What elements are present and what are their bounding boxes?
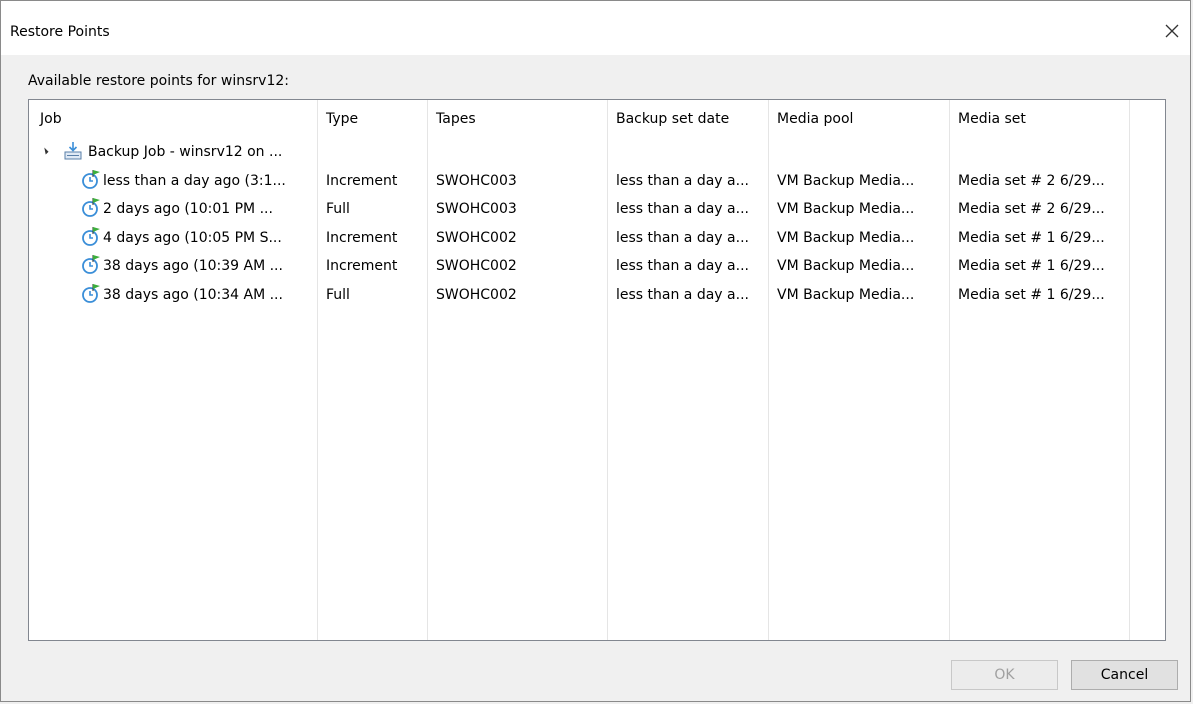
collapse-triangle-icon[interactable] xyxy=(41,147,49,155)
restore-point-media-set: Media set # 2 6/29... xyxy=(958,173,1105,189)
restore-point-icon xyxy=(82,227,100,246)
column-header-backup-set-date[interactable]: Backup set date xyxy=(616,111,729,127)
restore-point-date: less than a day a... xyxy=(616,230,749,246)
restore-point-row[interactable]: 4 days ago (10:05 PM S... Increment SWOH… xyxy=(29,225,1165,253)
restore-point-media-set: Media set # 2 6/29... xyxy=(958,201,1105,217)
restore-points-list[interactable]: Job Type Tapes Backup set date Media poo… xyxy=(28,99,1166,641)
restore-point-type: Increment xyxy=(326,173,398,189)
ok-button[interactable]: OK xyxy=(951,660,1058,690)
restore-point-type: Full xyxy=(326,201,350,217)
restore-point-icon xyxy=(82,198,100,217)
restore-point-date: less than a day a... xyxy=(616,173,749,189)
restore-point-name: 38 days ago (10:39 AM ... xyxy=(103,258,283,274)
restore-point-row[interactable]: less than a day ago (3:1... Increment SW… xyxy=(29,168,1165,196)
restore-point-media-set: Media set # 1 6/29... xyxy=(958,287,1105,303)
column-header-job[interactable]: Job xyxy=(40,111,62,127)
restore-point-name: 4 days ago (10:05 PM S... xyxy=(103,230,282,246)
close-icon xyxy=(1165,24,1179,38)
restore-point-date: less than a day a... xyxy=(616,201,749,217)
restore-point-media-pool: VM Backup Media... xyxy=(777,173,915,189)
restore-point-type: Increment xyxy=(326,230,398,246)
restore-point-media-pool: VM Backup Media... xyxy=(777,230,915,246)
restore-point-row[interactable]: 2 days ago (10:01 PM ... Full SWOHC003 l… xyxy=(29,196,1165,224)
column-header-type[interactable]: Type xyxy=(326,111,358,127)
restore-point-media-set: Media set # 1 6/29... xyxy=(958,230,1105,246)
restore-point-type: Full xyxy=(326,287,350,303)
close-button[interactable] xyxy=(1158,17,1186,45)
restore-point-media-set: Media set # 1 6/29... xyxy=(958,258,1105,274)
restore-point-row[interactable]: 38 days ago (10:39 AM ... Increment SWOH… xyxy=(29,253,1165,281)
restore-point-tape: SWOHC002 xyxy=(436,258,517,274)
restore-point-name: less than a day ago (3:1... xyxy=(103,173,286,189)
restore-point-icon xyxy=(82,255,100,274)
restore-point-tape: SWOHC003 xyxy=(436,173,517,189)
column-header-media-pool[interactable]: Media pool xyxy=(777,111,853,127)
backup-job-icon xyxy=(64,142,82,160)
restore-point-name: 38 days ago (10:34 AM ... xyxy=(103,287,283,303)
column-header-tapes[interactable]: Tapes xyxy=(436,111,476,127)
restore-point-tape: SWOHC003 xyxy=(436,201,517,217)
restore-point-row[interactable]: 38 days ago (10:34 AM ... Full SWOHC002 … xyxy=(29,282,1165,310)
restore-point-date: less than a day a... xyxy=(616,258,749,274)
restore-point-tape: SWOHC002 xyxy=(436,230,517,246)
column-header-media-set[interactable]: Media set xyxy=(958,111,1026,127)
dialog-title: Restore Points xyxy=(10,24,110,40)
restore-point-media-pool: VM Backup Media... xyxy=(777,258,915,274)
restore-points-caption: Available restore points for winsrv12: xyxy=(28,73,289,89)
restore-point-name: 2 days ago (10:01 PM ... xyxy=(103,201,273,217)
restore-point-icon xyxy=(82,284,100,303)
restore-points-dialog: Restore Points Available restore points … xyxy=(0,0,1191,702)
job-group-row[interactable]: Backup Job - winsrv12 on ... xyxy=(29,139,1165,167)
restore-point-tape: SWOHC002 xyxy=(436,287,517,303)
restore-point-date: less than a day a... xyxy=(616,287,749,303)
restore-point-media-pool: VM Backup Media... xyxy=(777,201,915,217)
job-name: Backup Job - winsrv12 on ... xyxy=(88,144,283,160)
title-bar: Restore Points xyxy=(1,1,1190,55)
restore-point-icon xyxy=(82,170,100,189)
restore-point-media-pool: VM Backup Media... xyxy=(777,287,915,303)
restore-point-type: Increment xyxy=(326,258,398,274)
cancel-button[interactable]: Cancel xyxy=(1071,660,1178,690)
